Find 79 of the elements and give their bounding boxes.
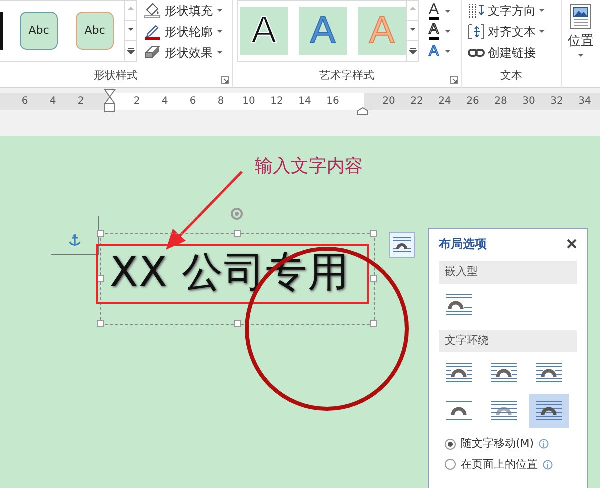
text-command-button[interactable]: 创建链接	[466, 42, 561, 63]
anchor-icon[interactable]	[69, 234, 81, 247]
text-wrap-icon	[392, 236, 412, 254]
caret-icon	[578, 54, 584, 56]
ruler-number: 16	[326, 95, 340, 109]
text-fill-button[interactable]: A	[427, 1, 454, 21]
gallery-more-icon[interactable]	[408, 48, 416, 55]
shape-style-swatch[interactable]: Abc	[76, 12, 114, 50]
annotation-text: 输入文字内容	[255, 155, 363, 179]
radio-label[interactable]: 随文字移动(M)	[461, 436, 534, 452]
text-wrap-icon	[444, 292, 474, 318]
align-text-icon	[468, 23, 485, 40]
wordart-style-swatch[interactable]: A	[240, 7, 288, 55]
ruler-number: 2	[76, 95, 86, 109]
shape-command-button[interactable]: 形状效果	[142, 42, 225, 63]
ruler-number: 6	[188, 95, 198, 109]
caret-icon	[217, 30, 223, 33]
resize-handle[interactable]	[370, 230, 377, 237]
right-indent-marker-icon[interactable]	[357, 107, 369, 116]
resize-handle[interactable]	[370, 275, 377, 282]
panel-title: 布局选项	[439, 236, 487, 253]
text-direction-icon	[468, 2, 485, 19]
radio-label[interactable]: 在页面上的位置	[461, 456, 538, 473]
text-effects-button[interactable]: A	[427, 41, 454, 61]
caret-icon	[217, 9, 223, 12]
ruler-number: 6	[20, 95, 30, 109]
caret-icon	[445, 50, 452, 52]
resize-handle[interactable]	[234, 320, 240, 327]
info-icon[interactable]	[539, 439, 550, 450]
shape-command-button[interactable]: 形状填充	[142, 0, 225, 21]
text-command-button[interactable]: 文字方向	[466, 0, 561, 21]
gallery-more-icon[interactable]	[126, 48, 134, 55]
section-header: 文字环绕	[439, 330, 577, 352]
ruler-number: 14	[298, 95, 312, 109]
shape-style-swatch[interactable]: Abc	[20, 12, 58, 50]
ruler-number: 26	[466, 95, 480, 109]
ruler-number: 4	[48, 95, 58, 109]
ruler-number: 10	[242, 95, 256, 109]
text-outline-button[interactable]: A	[427, 21, 454, 41]
scroll-down-icon[interactable]	[408, 27, 416, 34]
picture-position-icon	[570, 4, 592, 30]
info-icon[interactable]	[543, 460, 553, 470]
group-label: 艺术字样式	[318, 68, 376, 84]
pen-icon	[144, 23, 161, 40]
caret-icon	[445, 10, 452, 12]
ruler-number: 4	[160, 95, 170, 109]
shape-effects-icon	[144, 44, 161, 61]
position-button[interactable]: 位置	[562, 0, 600, 66]
ruler-number: 2	[132, 95, 142, 109]
ruler-number: 28	[494, 95, 508, 109]
resize-handle[interactable]	[97, 320, 104, 327]
group-label: 文本	[500, 68, 524, 84]
text-command-button[interactable]: 对齐文本	[466, 21, 561, 42]
dialog-launcher-icon[interactable]	[450, 76, 458, 84]
radio-button[interactable]	[445, 459, 456, 470]
close-icon[interactable]	[567, 239, 577, 249]
section-header: 嵌入型	[439, 261, 577, 284]
ruler-number: 30	[522, 95, 536, 109]
group-label: 形状样式	[93, 68, 139, 84]
ruler-number: 22	[410, 95, 424, 109]
ruler-number: 20	[382, 95, 396, 109]
text-box-frame[interactable]	[100, 233, 375, 325]
caret-icon	[445, 30, 452, 32]
resize-handle[interactable]	[234, 230, 240, 237]
dialog-launcher-icon[interactable]	[221, 76, 229, 84]
scroll-down-icon[interactable]	[126, 27, 134, 34]
ruler-number: 8	[216, 95, 226, 109]
resize-handle[interactable]	[370, 320, 377, 327]
layout-options-button[interactable]	[389, 232, 415, 258]
ruler-number: 24	[438, 95, 452, 109]
wrap-option-button[interactable]	[529, 394, 569, 428]
shape-command-button[interactable]: 形状轮廓	[142, 21, 225, 42]
radio-button[interactable]	[445, 438, 456, 450]
resize-handle[interactable]	[97, 230, 104, 237]
ruler-number: 12	[270, 95, 284, 109]
caret-icon	[217, 51, 223, 54]
ruler-number: 32	[550, 95, 564, 109]
ruler-number: 34	[578, 95, 592, 109]
rotate-handle[interactable]	[230, 207, 244, 221]
